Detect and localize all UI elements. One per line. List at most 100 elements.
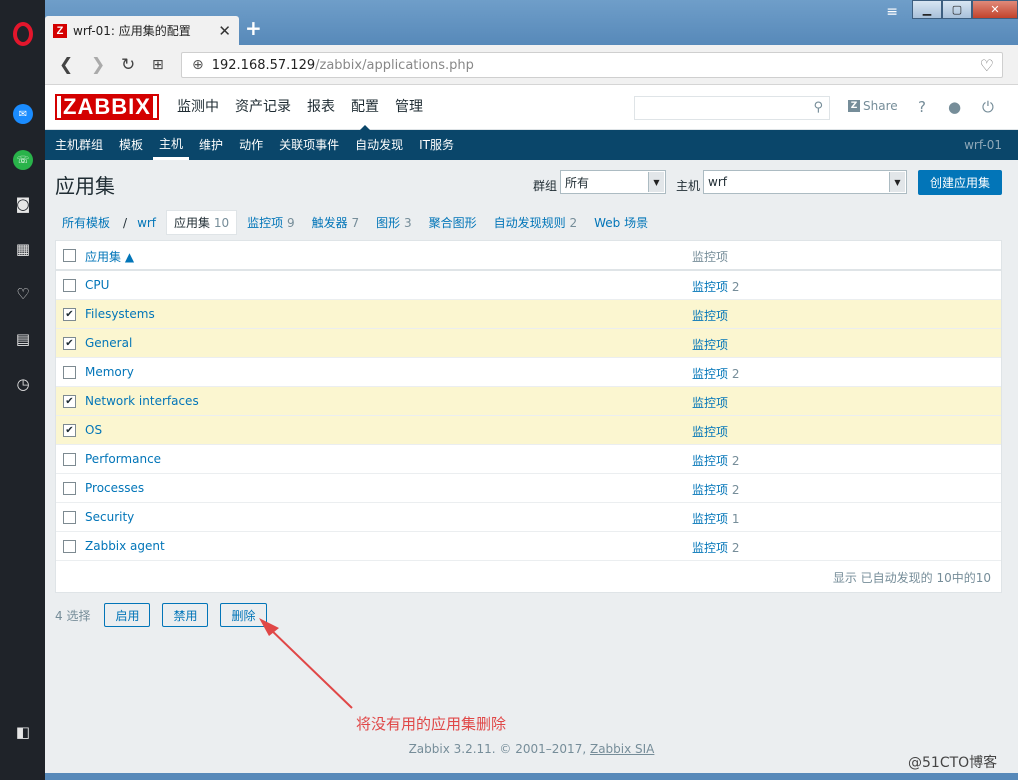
server-name: wrf-01: [964, 138, 1002, 152]
application-name-link[interactable]: Processes: [85, 481, 144, 495]
help-icon[interactable]: ?: [918, 98, 926, 116]
row-checkbox[interactable]: [63, 366, 76, 379]
disable-button[interactable]: 禁用: [162, 603, 209, 627]
tab-host-wrf[interactable]: wrf: [130, 213, 163, 233]
row-checkbox[interactable]: ✔: [63, 308, 76, 321]
whatsapp-icon[interactable]: ☏: [13, 150, 33, 170]
history-clock-icon[interactable]: ◷: [13, 374, 33, 394]
group-select[interactable]: 所有 ▼: [560, 170, 666, 194]
subnav-discovery[interactable]: 自动发现: [349, 130, 409, 160]
forward-icon[interactable]: ❯: [91, 55, 105, 75]
tab-applications[interactable]: 应用集 10: [166, 210, 238, 235]
host-label: 主机: [676, 179, 701, 193]
subnav-actions[interactable]: 动作: [233, 130, 269, 160]
menu-reports[interactable]: 报表: [300, 85, 342, 130]
subnav-templates[interactable]: 模板: [113, 130, 149, 160]
browser-tab[interactable]: Z wrf-01: 应用集的配置 ✕: [45, 16, 239, 45]
messenger-icon[interactable]: ✉: [13, 104, 33, 124]
column-header-application[interactable]: 应用集 ▲: [85, 248, 134, 265]
url-input[interactable]: ⊕ 192.168.57.129 /zabbix/applications.ph…: [181, 52, 1003, 78]
tab-items[interactable]: 监控项 9: [240, 211, 301, 234]
row-checkbox[interactable]: [63, 279, 76, 292]
row-checkbox[interactable]: [63, 453, 76, 466]
main-menu: 监测中 资产记录 报表 配置 管理: [170, 85, 432, 131]
enable-button[interactable]: 启用: [104, 603, 151, 627]
search-icon[interactable]: ⚲: [813, 100, 823, 115]
items-link[interactable]: 监控项 2: [692, 452, 739, 469]
application-name-link[interactable]: Performance: [85, 452, 161, 466]
application-name-link[interactable]: General: [85, 336, 132, 350]
table-row: Memory 监控项 2: [56, 358, 1001, 387]
logout-icon[interactable]: ⏻: [982, 98, 994, 116]
window-controls: ≡ ▁ ▢ ✕: [886, 0, 1018, 20]
application-name-link[interactable]: CPU: [85, 278, 109, 292]
items-link[interactable]: 监控项: [692, 394, 728, 411]
menu-configuration[interactable]: 配置: [344, 85, 386, 131]
maximize-button[interactable]: ▢: [942, 0, 972, 19]
row-checkbox[interactable]: [63, 482, 76, 495]
subnav-host-groups[interactable]: 主机群组: [49, 130, 109, 160]
application-name-link[interactable]: OS: [85, 423, 102, 437]
menu-inventory[interactable]: 资产记录: [228, 85, 298, 130]
tab-discovery-rules[interactable]: 自动发现规则 2: [487, 211, 584, 234]
select-all-checkbox[interactable]: [63, 249, 76, 262]
tab-screens[interactable]: 聚合图形: [422, 211, 484, 234]
application-name-link[interactable]: Memory: [85, 365, 134, 379]
items-link[interactable]: 监控项: [692, 307, 728, 324]
heart-icon[interactable]: ♡: [13, 284, 33, 304]
page-footer: Zabbix 3.2.11. © 2001–2017, Zabbix SIA: [408, 742, 655, 756]
row-checkbox[interactable]: ✔: [63, 337, 76, 350]
new-tab-icon[interactable]: +: [245, 18, 262, 38]
menu-icon[interactable]: ≡: [886, 4, 898, 20]
application-name-link[interactable]: Network interfaces: [85, 394, 199, 408]
news-icon[interactable]: ▤: [13, 329, 33, 349]
items-link[interactable]: 监控项 2: [692, 365, 739, 382]
row-checkbox[interactable]: ✔: [63, 395, 76, 408]
items-link[interactable]: 监控项 2: [692, 278, 739, 295]
bookmark-heart-icon[interactable]: ♡: [980, 56, 994, 75]
menu-monitoring[interactable]: 监测中: [170, 85, 226, 130]
row-checkbox[interactable]: ✔: [63, 424, 76, 437]
subnav-correlation[interactable]: 关联项事件: [273, 130, 345, 160]
close-tab-icon[interactable]: ✕: [218, 22, 231, 40]
back-icon[interactable]: ❮: [59, 55, 73, 75]
globe-icon: ⊕: [192, 57, 204, 73]
items-link[interactable]: 监控项 2: [692, 539, 739, 556]
tabs-grid-icon[interactable]: ⊞: [152, 57, 164, 73]
share-link[interactable]: Z Share: [848, 99, 898, 113]
search-input[interactable]: ⚲: [634, 96, 830, 120]
application-name-link[interactable]: Security: [85, 510, 134, 524]
create-application-button[interactable]: 创建应用集: [918, 170, 1002, 195]
opera-logo-icon[interactable]: [13, 22, 33, 46]
zabbix-logo[interactable]: ZABBIX: [55, 94, 159, 120]
camera-icon[interactable]: ◙: [13, 194, 33, 214]
items-link[interactable]: 监控项: [692, 423, 728, 440]
subnav-maintenance[interactable]: 维护: [193, 130, 229, 160]
tab-web-scenarios[interactable]: Web 场景: [587, 211, 655, 234]
user-profile-icon[interactable]: ●: [948, 98, 961, 116]
subnav-it-services[interactable]: IT服务: [413, 130, 460, 160]
application-name-link[interactable]: Filesystems: [85, 307, 155, 321]
zabbix-sia-link[interactable]: Zabbix SIA: [590, 742, 654, 756]
items-link[interactable]: 监控项 2: [692, 481, 739, 498]
table-row: Performance 监控项 2: [56, 445, 1001, 474]
reload-icon[interactable]: ↻: [121, 55, 135, 75]
application-name-link[interactable]: Zabbix agent: [85, 539, 165, 553]
tab-triggers[interactable]: 触发器 7: [305, 211, 366, 234]
subnav-hosts[interactable]: 主机: [153, 130, 190, 160]
zabbix-favicon-icon: Z: [53, 23, 67, 38]
items-link[interactable]: 监控项: [692, 336, 728, 353]
url-host: 192.168.57.129: [211, 57, 316, 73]
row-checkbox[interactable]: [63, 540, 76, 553]
tab-graphs[interactable]: 图形 3: [369, 211, 418, 234]
speed-dial-icon[interactable]: ▦: [13, 239, 33, 259]
sidebar-toggle-icon[interactable]: ◧: [13, 722, 33, 742]
items-link[interactable]: 监控项 1: [692, 510, 739, 527]
close-window-button[interactable]: ✕: [972, 0, 1018, 19]
tab-all-templates[interactable]: 所有模板: [55, 211, 117, 234]
selected-count: 4 选择: [55, 608, 91, 623]
host-select[interactable]: wrf ▼: [703, 170, 907, 194]
minimize-button[interactable]: ▁: [912, 0, 942, 19]
row-checkbox[interactable]: [63, 511, 76, 524]
menu-administration[interactable]: 管理: [388, 85, 430, 130]
